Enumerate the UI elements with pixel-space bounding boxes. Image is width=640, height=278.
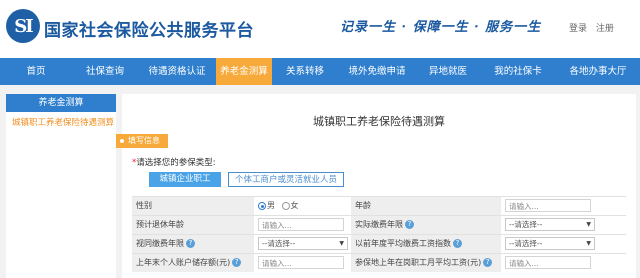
page-title: 城镇职工养老保险待遇测算	[313, 115, 445, 128]
avg-wage-input[interactable]: 请输入...	[505, 256, 591, 269]
help-icon[interactable]: ?	[405, 220, 414, 229]
help-icon[interactable]: ?	[186, 239, 195, 248]
gender-label: 性别	[132, 197, 254, 215]
main-nav: 首页 社保查询 待遇资格认证 养老金测算 关系转移 境外免缴申请 异地就医 我的…	[0, 58, 640, 85]
form-row: 性别 男 女 年龄 请输入...	[132, 196, 626, 215]
retire-age-input[interactable]: 请输入...	[258, 218, 344, 231]
gender-male-radio[interactable]	[258, 202, 266, 210]
actual-years-cell: --请选择-- ▼	[501, 216, 626, 234]
gender-female-label: 女	[290, 201, 299, 210]
deemed-years-value: --请选择--	[262, 239, 296, 248]
avg-wage-cell: 请输入...	[501, 254, 626, 272]
help-icon[interactable]: ?	[232, 258, 242, 267]
site-title[interactable]: 国家社会保险公共服务平台	[44, 16, 254, 41]
retire-age-cell: 请输入...	[254, 216, 351, 234]
chevron-down-icon: ▼	[586, 240, 591, 247]
form-row: 视同缴费年限? --请选择-- ▼ 以前年度平均缴费工资指数? --请选择-- ▼	[132, 234, 626, 253]
balance-cell: 请输入...	[254, 254, 351, 272]
balance-input[interactable]: 请输入...	[258, 256, 344, 269]
actual-years-label-cell: 实际缴费年限?	[351, 216, 501, 234]
deemed-years-label: 视同缴费年限	[136, 239, 184, 248]
avg-index-cell: --请选择-- ▼	[501, 235, 626, 253]
site-slogan: 记录一生 · 保障一生 · 服务一生	[340, 20, 542, 35]
nav-item-service-halls[interactable]: 各地办事大厅	[556, 58, 640, 85]
section-tag: 填写信息	[116, 134, 168, 148]
register-link[interactable]: 注册	[596, 24, 614, 34]
auth-links: 登录 注册	[569, 21, 620, 34]
nav-item-home[interactable]: 首页	[0, 58, 72, 85]
section-tag-label: 填写信息	[128, 136, 160, 145]
main-panel: 城镇职工养老保险待遇测算 填写信息 *请选择您的参保类型: 城镇企业职工 个体工…	[116, 94, 636, 278]
nav-item-remote-medical[interactable]: 异地就医	[416, 58, 480, 85]
avg-index-value: --请选择--	[509, 239, 543, 248]
deemed-years-select[interactable]: --请选择-- ▼	[258, 237, 348, 250]
balance-label-cell: 上年末个人账户储存额(元)?	[132, 254, 254, 272]
login-link[interactable]: 登录	[569, 24, 587, 34]
avg-wage-label: 参保地上年在岗职工月平均工资(元)	[355, 258, 482, 267]
chevron-down-icon: ▼	[586, 221, 591, 228]
retire-age-label: 预计退休年龄	[132, 216, 254, 234]
age-label: 年龄	[351, 197, 501, 215]
nav-item-pension-calc[interactable]: 养老金测算	[216, 58, 272, 85]
type-urban-employee-button[interactable]: 城镇企业职工	[149, 172, 221, 187]
help-icon[interactable]: ?	[453, 239, 462, 248]
gender-radio-group: 男 女	[254, 197, 351, 215]
age-input[interactable]: 请输入...	[505, 199, 591, 212]
chevron-down-icon: ▼	[339, 240, 344, 247]
form-row: 上年末个人账户储存额(元)? 请输入... 参保地上年在岗职工月平均工资(元)?…	[132, 253, 626, 272]
help-icon[interactable]: ?	[483, 258, 493, 267]
deemed-years-cell: --请选择-- ▼	[254, 235, 351, 253]
gender-female-radio[interactable]	[281, 202, 290, 210]
actual-years-label: 实际缴费年限	[355, 220, 403, 229]
insurance-type-prompt: *请选择您的参保类型:	[132, 156, 216, 168]
nav-item-transfer[interactable]: 关系转移	[272, 58, 338, 85]
nav-item-overseas-exemption[interactable]: 境外免缴申请	[338, 58, 416, 85]
actual-years-select[interactable]: --请选择-- ▼	[505, 218, 595, 231]
nav-item-query[interactable]: 社保查询	[72, 58, 138, 85]
nav-item-qualification[interactable]: 待遇资格认证	[138, 58, 216, 85]
nav-item-my-card[interactable]: 我的社保卡	[480, 58, 556, 85]
avg-index-label: 以前年度平均缴费工资指数	[355, 239, 451, 248]
balance-label: 上年末个人账户储存额(元)	[136, 258, 231, 267]
avg-index-select[interactable]: --请选择-- ▼	[505, 237, 595, 250]
sidebar: 养老金测算 城镇职工养老保险待遇测算	[6, 94, 116, 278]
sidebar-heading: 养老金测算	[6, 94, 116, 112]
sidebar-item-urban-employee-calc[interactable]: 城镇职工养老保险待遇测算	[6, 112, 116, 132]
bullet-icon	[120, 139, 124, 143]
site-logo-icon[interactable]: SI	[6, 9, 40, 43]
calc-form: 性别 男 女 年龄 请输入... 预计退休年龄 请输入... 实际缴费年限? -…	[132, 196, 626, 272]
avg-index-label-cell: 以前年度平均缴费工资指数?	[351, 235, 501, 253]
actual-years-value: --请选择--	[509, 220, 543, 229]
age-cell: 请输入...	[501, 197, 626, 215]
gender-male-label: 男	[267, 201, 275, 210]
form-row: 预计退休年龄 请输入... 实际缴费年限? --请选择-- ▼	[132, 215, 626, 234]
avg-wage-label-cell: 参保地上年在岗职工月平均工资(元)?	[351, 254, 501, 272]
prompt-text: 请选择您的参保类型:	[136, 158, 216, 168]
deemed-years-label-cell: 视同缴费年限?	[132, 235, 254, 253]
type-flexible-employment-button[interactable]: 个体工商户或灵活就业人员	[228, 172, 344, 187]
site-header: SI 国家社会保险公共服务平台 记录一生 · 保障一生 · 服务一生 登录 注册	[0, 0, 640, 58]
